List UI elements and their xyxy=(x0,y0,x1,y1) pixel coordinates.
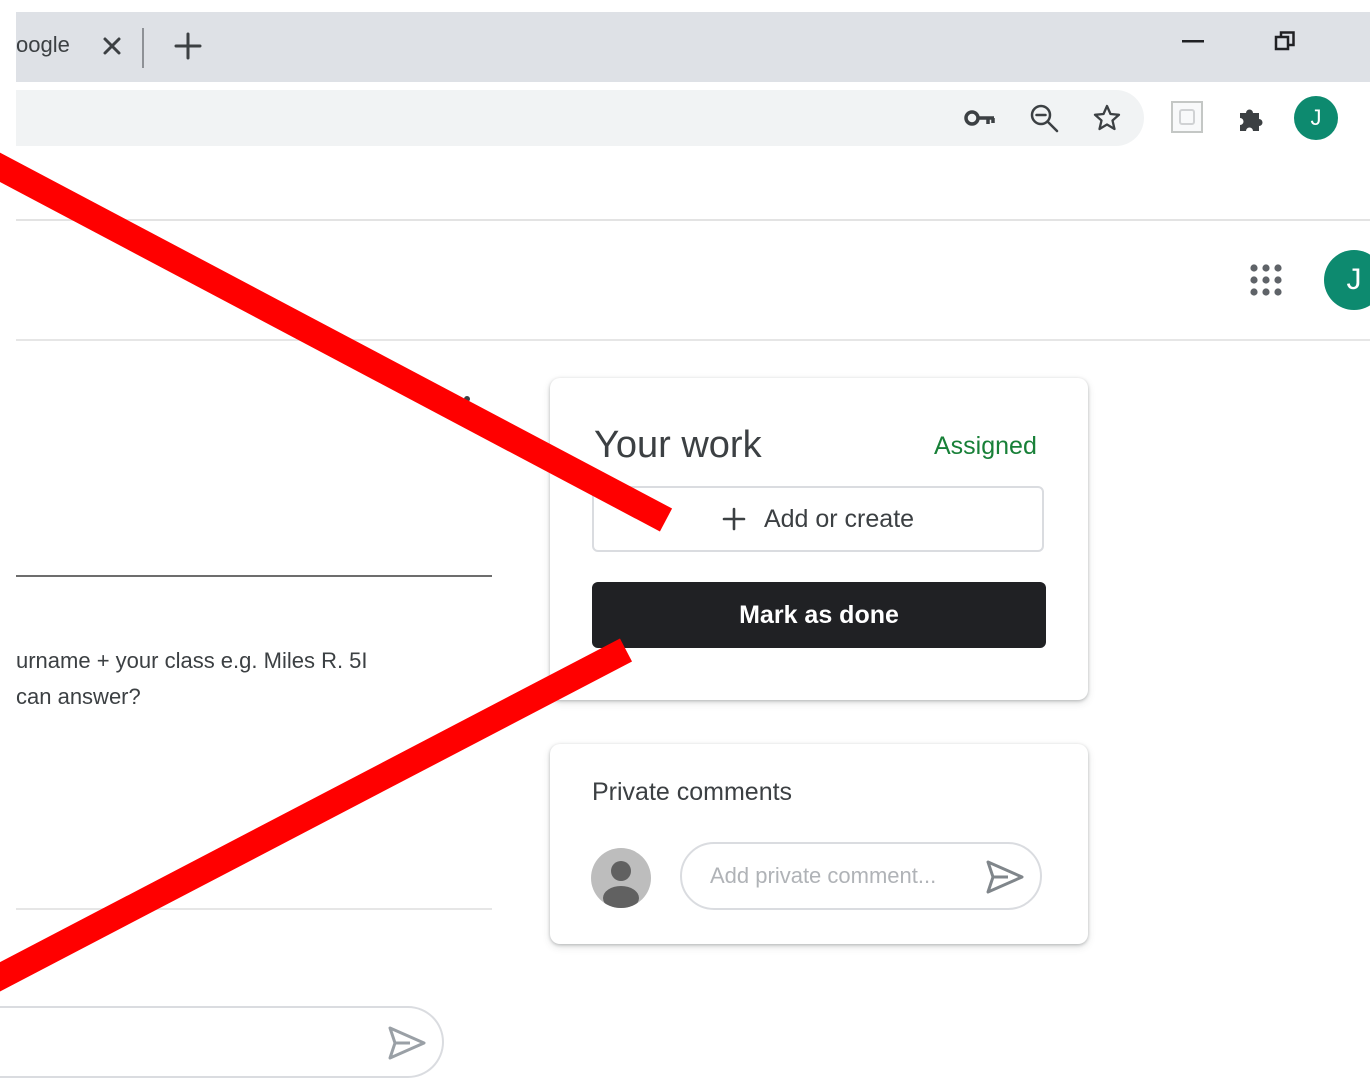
private-comments-title: Private comments xyxy=(592,778,793,806)
instructions-divider xyxy=(16,575,492,577)
google-apps-button[interactable] xyxy=(1246,262,1286,302)
new-tab-button[interactable] xyxy=(170,28,206,64)
send-icon xyxy=(986,860,1024,894)
password-button[interactable] xyxy=(962,100,998,136)
more-options-button[interactable] xyxy=(460,394,474,420)
restore-button[interactable] xyxy=(1270,26,1300,56)
extension-badge-icon xyxy=(1171,101,1203,133)
mark-as-done-button[interactable]: Mark as done xyxy=(592,582,1046,648)
tab-title[interactable]: oogle xyxy=(16,32,70,58)
class-comment-send-button[interactable] xyxy=(386,1024,428,1062)
add-or-create-label: Add or create xyxy=(763,504,915,533)
close-icon xyxy=(103,37,121,55)
extensions-button[interactable] xyxy=(1233,100,1269,136)
user-avatar xyxy=(591,848,651,908)
add-or-create-button[interactable]: Add or create xyxy=(592,486,1044,552)
tab-strip xyxy=(16,12,1370,82)
bookmark-button[interactable] xyxy=(1089,100,1125,136)
send-icon xyxy=(388,1026,426,1060)
puzzle-icon xyxy=(1240,109,1263,131)
instructions-line: urname + your class e.g. Miles R. 5I xyxy=(16,648,368,673)
instructions-line: can answer? xyxy=(16,684,141,709)
plus-icon xyxy=(174,32,202,60)
tab-close-button[interactable] xyxy=(98,30,126,62)
minimize-icon xyxy=(1182,40,1204,43)
header-divider xyxy=(16,339,1370,341)
apps-grid-icon xyxy=(1250,264,1282,296)
more-vert-icon xyxy=(464,396,470,402)
star-icon xyxy=(1093,104,1121,131)
person-icon xyxy=(603,861,639,908)
assignment-status: Assigned xyxy=(934,432,1037,460)
browser-profile-avatar[interactable]: J xyxy=(1294,96,1338,140)
class-comment-input[interactable] xyxy=(0,1006,444,1078)
plus-icon xyxy=(722,507,746,531)
key-icon xyxy=(964,110,995,126)
zoom-button[interactable] xyxy=(1026,100,1062,136)
mark-as-done-label: Mark as done xyxy=(739,600,899,629)
minimize-button[interactable] xyxy=(1178,32,1208,52)
restore-icon xyxy=(1274,31,1295,51)
tab-separator xyxy=(142,28,144,68)
your-work-title: Your work xyxy=(594,424,762,466)
zoom-out-icon xyxy=(1030,104,1059,133)
app-top-divider xyxy=(16,219,1370,221)
private-comment-send-button[interactable] xyxy=(984,858,1026,896)
class-comments-divider xyxy=(16,908,492,910)
account-avatar[interactable]: J xyxy=(1324,250,1370,310)
extension-badge-button[interactable] xyxy=(1170,100,1204,134)
